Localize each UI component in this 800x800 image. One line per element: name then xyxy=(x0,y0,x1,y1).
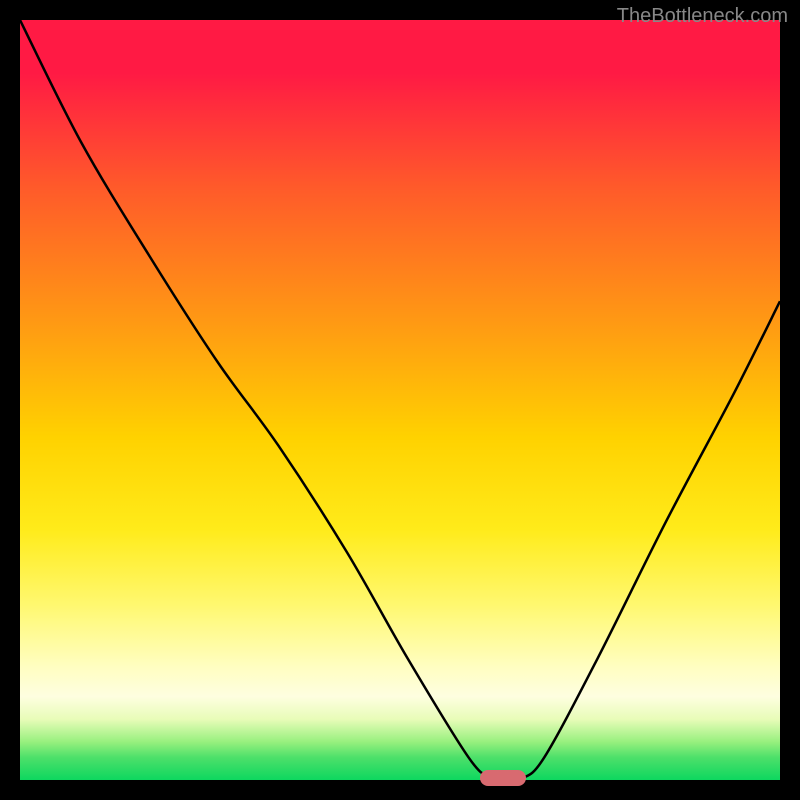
optimal-marker xyxy=(480,770,526,786)
plot-area xyxy=(20,20,780,780)
bottleneck-curve xyxy=(20,20,780,780)
watermark-text: TheBottleneck.com xyxy=(617,5,788,28)
